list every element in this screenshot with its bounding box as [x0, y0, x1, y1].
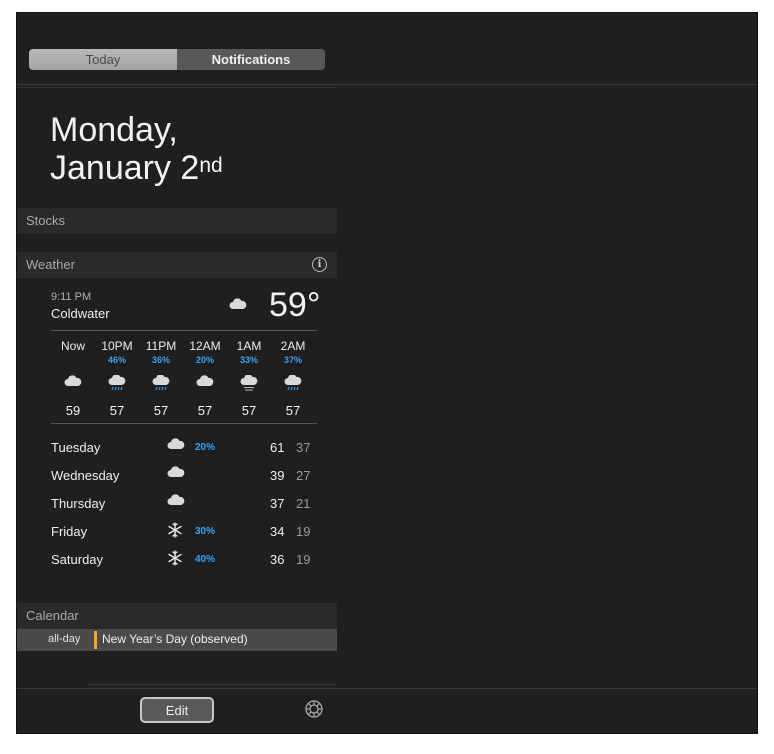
- hour-precip: 37%: [283, 355, 302, 365]
- cloud-icon: [167, 494, 185, 509]
- day-name: Tuesday: [51, 440, 101, 455]
- cloud-icon: [229, 297, 247, 315]
- hour-precip: 20%: [195, 355, 214, 365]
- day-low: 19: [296, 524, 311, 539]
- rain-cloud-icon: [97, 369, 137, 403]
- day-high: 34: [270, 524, 285, 539]
- hour-label: 10PM: [101, 339, 133, 353]
- day-high: 61: [270, 440, 285, 455]
- edit-button[interactable]: Edit: [140, 697, 214, 723]
- rain-cloud-icon: [141, 369, 181, 403]
- snowflake-icon: [167, 522, 183, 541]
- calendar-event-row[interactable]: all-day New Year’s Day (observed): [17, 629, 337, 651]
- cloud-icon: [185, 369, 225, 403]
- day-high: 36: [270, 552, 285, 567]
- footer-divider: [17, 688, 757, 689]
- hourly-item: Now 59: [53, 339, 93, 418]
- day-name: Wednesday: [51, 468, 120, 483]
- cloud-icon: [167, 438, 185, 453]
- tab-today[interactable]: Today: [29, 49, 177, 70]
- hour-temp: 57: [197, 403, 213, 418]
- date-weekday: Monday,: [50, 111, 178, 149]
- weather-divider: [51, 330, 317, 331]
- hour-temp: 57: [285, 403, 301, 418]
- daily-row: Wednesday 39 27: [51, 462, 317, 490]
- hour-precip: 33%: [239, 355, 258, 365]
- hour-temp: 59: [65, 403, 81, 418]
- hour-label: 2AM: [280, 339, 306, 353]
- cloud-icon: [53, 369, 93, 403]
- hour-precip: 36%: [151, 355, 170, 365]
- hour-precip: [53, 355, 93, 369]
- panel-divider: [17, 87, 337, 88]
- date-month-day: January 2nd: [50, 149, 223, 187]
- day-precip: 20%: [195, 442, 216, 453]
- weather-divider: [51, 423, 317, 424]
- hour-temp: 57: [241, 403, 257, 418]
- footer-divider: [88, 684, 337, 685]
- calendar-widget-header[interactable]: Calendar: [17, 603, 337, 629]
- calendar-event-color-bar: [94, 631, 97, 649]
- hour-temp: 57: [109, 403, 125, 418]
- rain-cloud-icon: [273, 369, 313, 403]
- snowflake-icon: [167, 550, 183, 569]
- hour-label: 12AM: [189, 339, 221, 353]
- daily-row: Tuesday 20% 61 37: [51, 434, 317, 462]
- date-month-day-text: January 2: [50, 149, 200, 187]
- hourly-item: 12AM 20% 57: [185, 339, 225, 418]
- date-heading: Monday, January 2nd: [50, 111, 223, 187]
- hourly-item: 11PM 36% 57: [141, 339, 181, 418]
- weather-widget-title: Weather: [26, 257, 75, 272]
- today-panel: Monday, January 2nd Stocks Weather i 9:1…: [17, 85, 337, 688]
- hourly-item: 10PM 46% 57: [97, 339, 137, 418]
- day-low: 27: [296, 468, 311, 483]
- daily-row: Friday 30% 34 19: [51, 518, 317, 546]
- day-name: Saturday: [51, 552, 104, 567]
- day-name: Friday: [51, 524, 88, 539]
- current-temperature: 59°: [269, 286, 321, 324]
- info-icon[interactable]: i: [312, 257, 327, 272]
- hour-precip: 46%: [107, 355, 126, 365]
- date-suffix: nd: [199, 154, 223, 177]
- gear-icon[interactable]: [304, 699, 324, 719]
- day-low: 37: [296, 440, 311, 455]
- day-high: 37: [270, 496, 285, 511]
- hour-temp: 57: [153, 403, 169, 418]
- cloud-icon: [167, 466, 185, 481]
- stocks-widget-header[interactable]: Stocks: [17, 208, 337, 234]
- notification-center-window: Today Notifications Monday, January 2nd …: [17, 13, 757, 733]
- day-high: 39: [270, 468, 285, 483]
- view-segmented-control: Today Notifications: [29, 49, 325, 70]
- day-low: 19: [296, 552, 311, 567]
- daily-row: Saturday 40% 36 19: [51, 546, 317, 574]
- fog-cloud-icon: [229, 369, 269, 403]
- hour-label: Now: [60, 339, 85, 353]
- day-low: 21: [296, 496, 311, 511]
- hourly-item: 1AM 33% 57: [229, 339, 269, 418]
- day-name: Thursday: [51, 496, 106, 511]
- tab-notifications[interactable]: Notifications: [177, 49, 325, 70]
- calendar-event-title: New Year’s Day (observed): [102, 632, 248, 646]
- weather-widget-header[interactable]: Weather i: [17, 252, 337, 278]
- weather-time: 9:11 PM: [51, 291, 92, 303]
- day-precip: 30%: [195, 526, 216, 537]
- weather-city: Coldwater: [51, 306, 110, 321]
- day-precip: 40%: [195, 554, 216, 565]
- hourly-item: 2AM 37% 57: [273, 339, 313, 418]
- hour-label: 1AM: [236, 339, 262, 353]
- daily-row: Thursday 37 21: [51, 490, 317, 518]
- hour-label: 11PM: [145, 339, 177, 353]
- calendar-allday-label: all-day: [48, 633, 81, 645]
